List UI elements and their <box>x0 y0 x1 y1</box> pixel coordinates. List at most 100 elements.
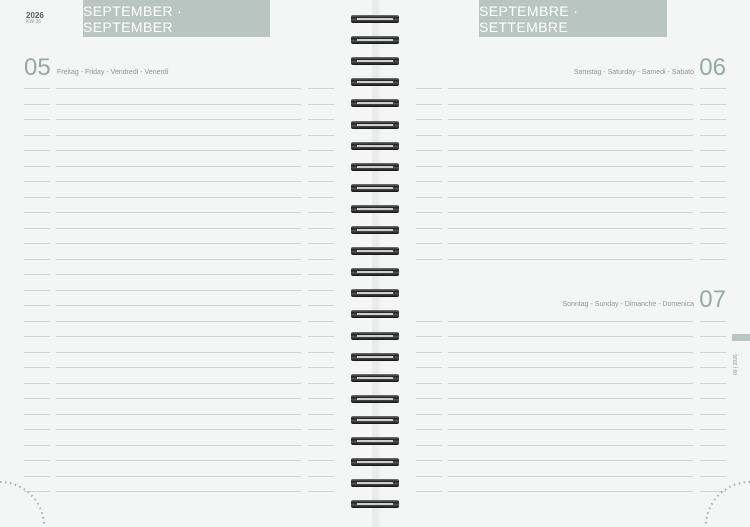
ruled-line <box>416 258 442 260</box>
ruled-line <box>308 398 334 399</box>
ruled-line <box>56 134 301 136</box>
ruled-line <box>308 103 334 105</box>
ruled-line <box>448 227 693 229</box>
ruled-line <box>56 429 301 430</box>
ruled-line <box>308 196 334 198</box>
ruled-line <box>448 196 693 198</box>
ruled-line <box>56 212 301 213</box>
month-tab-label: 09 | 2026 <box>733 354 739 375</box>
binding-ring <box>351 77 399 87</box>
ruled-line <box>448 413 693 415</box>
ruled-line <box>56 196 301 198</box>
ruled-line <box>448 382 693 384</box>
ruled-line <box>416 398 442 399</box>
ruled-line <box>416 212 442 213</box>
ruled-line <box>700 258 726 260</box>
ruled-line <box>700 150 726 151</box>
ruled-line <box>308 150 334 151</box>
ruled-line <box>416 320 442 322</box>
left-page: 2026 KW 36 SEPTEMBER · SEPTEMBER 05 Frei… <box>0 0 372 527</box>
ruled-line <box>448 165 693 167</box>
ruled-line <box>56 475 301 477</box>
binding-ring <box>351 352 399 362</box>
ruled-line <box>24 134 50 136</box>
day-number-07: 07 <box>699 286 726 313</box>
ruled-line <box>24 212 50 213</box>
ruled-line <box>56 119 301 120</box>
ruled-line <box>24 351 50 353</box>
ruled-line <box>700 119 726 120</box>
binding-ring <box>351 35 399 45</box>
ruled-line <box>24 367 50 368</box>
binding-ring <box>351 499 399 509</box>
ruled-line <box>308 258 334 260</box>
month-tab-marker[interactable] <box>732 334 750 341</box>
ruled-line <box>308 274 334 275</box>
ruled-line <box>24 88 50 89</box>
binding-ring <box>351 394 399 404</box>
ruled-line <box>416 103 442 105</box>
ruled-line <box>416 429 442 430</box>
ruled-line <box>700 227 726 229</box>
ruled-line <box>448 103 693 105</box>
ruled-line <box>308 367 334 368</box>
ruled-line <box>416 181 442 182</box>
ruled-line <box>24 196 50 198</box>
ruled-line <box>700 243 726 244</box>
ruled-line <box>448 398 693 399</box>
ruled-line <box>56 289 301 291</box>
ruled-line <box>24 103 50 105</box>
ruled-line <box>56 305 301 306</box>
binding-ring <box>351 183 399 193</box>
ruled-line <box>24 274 50 275</box>
binding-ring <box>351 246 399 256</box>
ruled-line <box>56 320 301 322</box>
ruled-line <box>448 460 693 461</box>
ruled-line <box>700 460 726 461</box>
ruled-line <box>308 429 334 430</box>
binding-ring <box>351 14 399 24</box>
ruled-line <box>448 181 693 182</box>
ruled-line <box>416 134 442 136</box>
ruled-line <box>700 336 726 337</box>
ruled-line <box>308 88 334 89</box>
ruled-line <box>56 336 301 337</box>
ruled-line <box>308 243 334 244</box>
ruled-line <box>56 103 301 105</box>
ruled-line <box>308 227 334 229</box>
ruled-line <box>24 460 50 461</box>
ruled-line <box>308 119 334 120</box>
ruled-line <box>56 444 301 446</box>
ruled-line <box>416 165 442 167</box>
day-number-05: 05 <box>24 54 51 81</box>
binding-ring <box>351 56 399 66</box>
ruled-line <box>308 336 334 337</box>
ruled-line <box>700 88 726 89</box>
binding-ring <box>351 457 399 467</box>
ruled-line <box>416 444 442 446</box>
binding-ring <box>351 120 399 130</box>
binding-ring <box>351 98 399 108</box>
ruled-line <box>56 274 301 275</box>
binding-ring <box>351 225 399 235</box>
ruled-line <box>448 243 693 244</box>
ruled-line <box>56 165 301 167</box>
ruled-line <box>416 382 442 384</box>
corner-dot-decoration-right <box>704 481 750 527</box>
day-name-sunday: Sonntag - Sunday - Dimanche - Domenica <box>562 301 694 308</box>
ruled-line <box>700 212 726 213</box>
ruled-line <box>24 444 50 446</box>
ruled-line <box>308 413 334 415</box>
binding-ring <box>351 141 399 151</box>
binding-ring <box>351 436 399 446</box>
ruled-line <box>700 413 726 415</box>
ruled-line <box>700 351 726 353</box>
ruled-line <box>24 243 50 244</box>
ruled-line <box>56 243 301 244</box>
ruled-line <box>700 134 726 136</box>
ruled-line <box>24 289 50 291</box>
ruled-line <box>56 382 301 384</box>
ruled-line <box>448 429 693 430</box>
binding-ring <box>351 267 399 277</box>
ruled-line <box>24 119 50 120</box>
